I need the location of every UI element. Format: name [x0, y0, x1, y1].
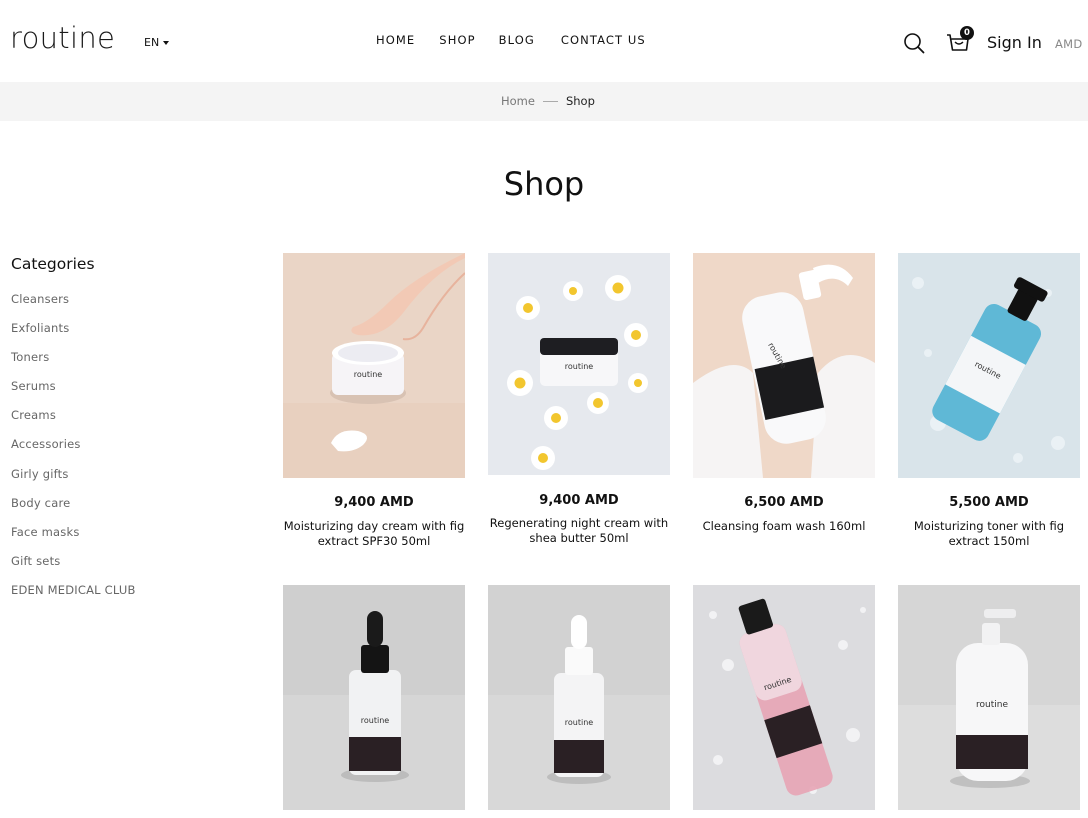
search-icon[interactable]: [903, 32, 925, 54]
product-label-text: routine: [976, 700, 1008, 710]
category-list: Cleansers Exfoliants Toners Serums Cream…: [11, 291, 136, 611]
cart-count-badge: 0: [960, 26, 974, 40]
site-header: routine EN HOME SHOP BLOG CONTACT US 0 S…: [0, 0, 1088, 82]
breadcrumb-separator: [542, 100, 558, 102]
breadcrumb-current: Shop: [565, 94, 595, 108]
category-gift-sets[interactable]: Gift sets: [11, 553, 136, 582]
product-price: 5,500 AMD: [949, 495, 1029, 510]
product-image[interactable]: routine: [898, 253, 1080, 478]
category-eden-medical-club[interactable]: EDEN MEDICAL CLUB: [11, 582, 136, 611]
product-image[interactable]: routine: [693, 585, 875, 810]
category-girly-gifts[interactable]: Girly gifts: [11, 466, 136, 495]
nav-contact-us[interactable]: CONTACT US: [561, 33, 646, 47]
product-name[interactable]: Moisturizing day cream with fig extract …: [283, 519, 465, 549]
category-cleansers[interactable]: Cleansers: [11, 291, 136, 320]
product-image[interactable]: routine: [488, 253, 670, 475]
product-label-text: routine: [565, 718, 594, 727]
product-name[interactable]: Regenerating night cream with shea butte…: [488, 516, 670, 546]
category-face-masks[interactable]: Face masks: [11, 524, 136, 553]
category-accessories[interactable]: Accessories: [11, 436, 136, 465]
main-nav: HOME SHOP BLOG CONTACT US: [376, 33, 646, 47]
language-label: EN: [144, 36, 160, 49]
sign-in-link[interactable]: Sign In: [987, 33, 1042, 52]
product-image[interactable]: routine: [693, 253, 875, 478]
product-image[interactable]: routine: [283, 585, 465, 810]
product-name[interactable]: Moisturizing toner with fig extract 150m…: [898, 519, 1080, 549]
categories-heading: Categories: [11, 255, 95, 273]
category-exfoliants[interactable]: Exfoliants: [11, 320, 136, 349]
category-toners[interactable]: Toners: [11, 349, 136, 378]
product-name[interactable]: Cleansing foam wash 160ml: [693, 519, 875, 534]
category-serums[interactable]: Serums: [11, 378, 136, 407]
breadcrumb: Home Shop: [501, 94, 595, 108]
page-title: Shop: [503, 165, 585, 203]
nav-shop[interactable]: SHOP: [439, 33, 475, 47]
product-label-text: routine: [354, 370, 383, 379]
product-image[interactable]: routine: [488, 585, 670, 810]
product-price: 9,400 AMD: [539, 493, 619, 508]
category-body-care[interactable]: Body care: [11, 495, 136, 524]
nav-blog[interactable]: BLOG: [499, 33, 535, 47]
product-label-text: routine: [361, 716, 390, 725]
product-label-text: routine: [565, 362, 594, 371]
chevron-down-icon: [163, 41, 170, 45]
site-logo[interactable]: routine: [10, 21, 115, 55]
currency-selector[interactable]: AMD: [1055, 37, 1083, 51]
category-creams[interactable]: Creams: [11, 407, 136, 436]
breadcrumb-home[interactable]: Home: [501, 94, 535, 108]
product-image[interactable]: routine: [283, 253, 465, 478]
product-image[interactable]: routine: [898, 585, 1080, 810]
product-price: 6,500 AMD: [744, 495, 824, 510]
language-selector[interactable]: EN: [144, 36, 170, 49]
nav-home[interactable]: HOME: [376, 33, 415, 47]
product-price: 9,400 AMD: [334, 495, 414, 510]
